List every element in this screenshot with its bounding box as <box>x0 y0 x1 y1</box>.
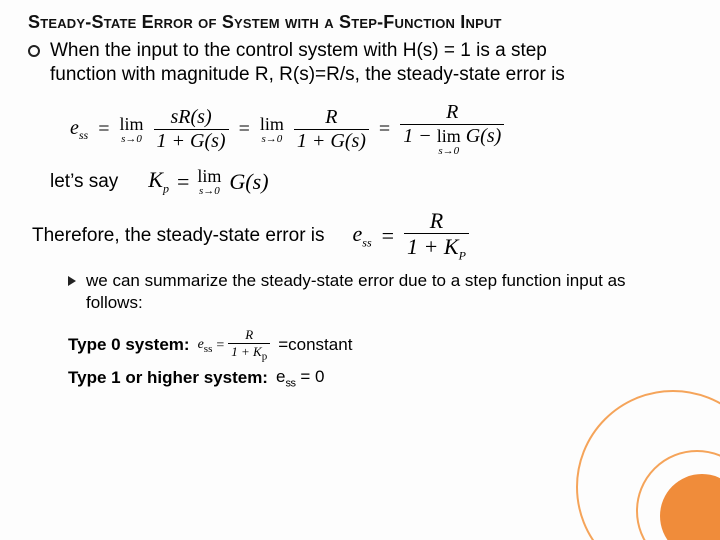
ring-bullet-icon <box>28 45 40 57</box>
decorative-rings <box>560 390 720 540</box>
type1-label: Type 1 or higher system: <box>68 364 268 393</box>
type0-label: Type 0 system: <box>68 331 190 360</box>
sub-bullet-text: we can summarize the steady-state error … <box>86 270 646 314</box>
bullet-1: When the input to the control system wit… <box>28 39 702 88</box>
ring-outer-icon <box>576 390 720 540</box>
lets-say-label: let’s say <box>50 171 118 193</box>
equation-kp: Kp = lim s→0 G(s) <box>148 167 268 197</box>
bullet-1-text: When the input to the control system wit… <box>50 39 610 88</box>
sub-bullet: we can summarize the steady-state error … <box>68 270 702 314</box>
equation-ess-limits: ess = lim s→0 sR(s) 1 + G(s) = lim s→0 R… <box>70 102 702 157</box>
therefore-label: Therefore, the steady-state error is <box>32 225 325 247</box>
type0-row: Type 0 system: ess = R 1 + Kp =constant <box>68 328 702 363</box>
lets-say-row: let’s say Kp = lim s→0 G(s) <box>50 167 702 197</box>
type0-equation: ess = R 1 + Kp <box>198 328 271 363</box>
therefore-row: Therefore, the steady-state error is ess… <box>32 209 702 262</box>
triangle-bullet-icon <box>68 276 76 286</box>
slide: Steady-State Error of System with a Step… <box>0 0 720 540</box>
type1-expr: ess = 0 <box>276 363 325 393</box>
ring-middle-icon <box>636 450 720 540</box>
slide-title: Steady-State Error of System with a Step… <box>28 12 702 33</box>
type1-row: Type 1 or higher system: ess = 0 <box>68 363 702 393</box>
type-summary: Type 0 system: ess = R 1 + Kp =constant … <box>68 328 702 393</box>
equation-ess-kp: ess = R 1 + KP <box>353 209 469 262</box>
type0-tail: =constant <box>278 331 352 360</box>
orange-disc-icon <box>660 474 720 540</box>
